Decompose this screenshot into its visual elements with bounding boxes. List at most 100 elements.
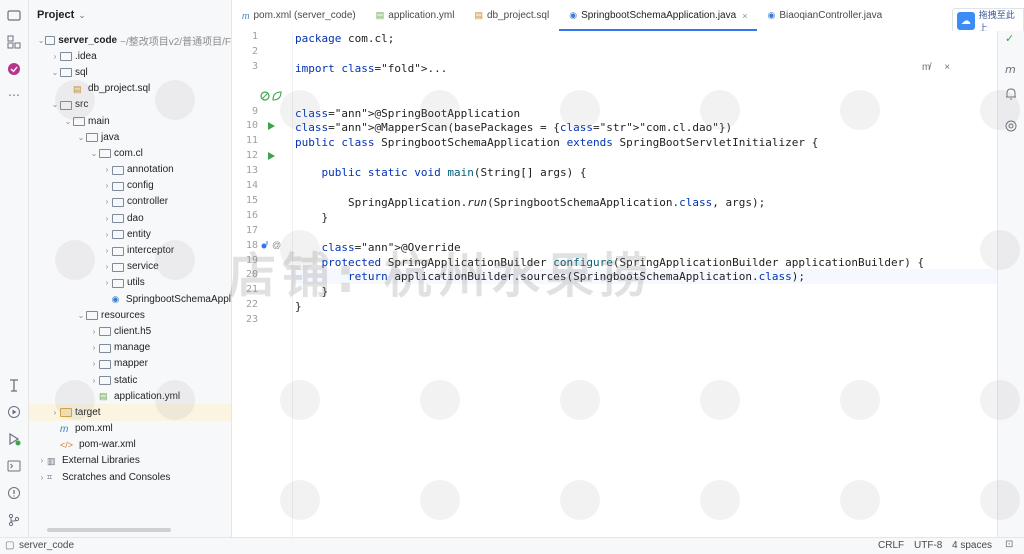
spring-leaf-icon[interactable] <box>272 91 282 103</box>
editor-tab[interactable]: ◉ BiaoqianController.java <box>757 0 892 31</box>
tree-item[interactable]: › mapper <box>29 356 231 372</box>
tree-item-label: sql <box>75 66 88 78</box>
tree-item[interactable]: ⌄ main <box>29 113 231 129</box>
chevron-right-icon[interactable]: › <box>102 214 112 223</box>
structure-icon[interactable] <box>6 34 22 50</box>
tree-item[interactable]: ▤ application.yml <box>29 388 231 404</box>
tree-item[interactable]: › entity <box>29 226 231 242</box>
chevron-right-icon[interactable]: › <box>102 246 112 255</box>
chevron-down-icon[interactable]: ⌄ <box>89 149 99 158</box>
run-main-icon[interactable] <box>266 151 276 163</box>
editor-tab[interactable]: ◉ SpringbootSchemaApplication.java × <box>559 0 758 31</box>
chevron-right-icon[interactable]: › <box>102 181 112 190</box>
tree-item[interactable]: ⌄ java <box>29 129 231 145</box>
close-tab-icon[interactable]: × <box>742 11 747 21</box>
yaml-file-icon: ▤ <box>99 391 108 402</box>
tree-item[interactable]: › interceptor <box>29 242 231 258</box>
editor-tab-bar: m pom.xml (server_code) ▤ application.yml ▤ d… <box>232 0 1024 32</box>
editor-tab[interactable]: ▤ application.yml <box>366 0 465 31</box>
chevron-right-icon[interactable]: › <box>37 473 47 482</box>
services-icon[interactable] <box>6 404 22 420</box>
tree-item[interactable]: › client.h5 <box>29 323 231 339</box>
tree-item[interactable]: › controller <box>29 194 231 210</box>
chevron-right-icon[interactable]: › <box>89 327 99 336</box>
indent-setting[interactable]: 4 spaces <box>952 540 992 551</box>
problems-icon[interactable] <box>6 485 22 501</box>
project-tree: ⌄ server_code ~/整改项目v2/普通项目/F › .idea ⌄ sql ▤ db… <box>29 32 231 485</box>
chevron-right-icon[interactable]: › <box>89 376 99 385</box>
tree-item[interactable]: </> pom-war.xml <box>29 437 231 453</box>
chevron-right-icon[interactable]: › <box>102 230 112 239</box>
code-line: class="ann">@SpringBootApplication <box>295 106 521 120</box>
build-icon[interactable] <box>6 377 22 393</box>
tree-item[interactable]: › config <box>29 178 231 194</box>
line-number: 13 <box>245 165 258 177</box>
editor-tab[interactable]: ▤ db_project.sql <box>464 0 559 31</box>
chevron-down-icon[interactable]: ⌄ <box>78 10 86 21</box>
override-icon[interactable] <box>260 240 270 252</box>
editor-tab[interactable]: m pom.xml (server_code) <box>232 0 366 31</box>
tree-item[interactable]: › dao <box>29 210 231 226</box>
chevron-right-icon[interactable]: › <box>89 359 99 368</box>
tree-item[interactable]: › target <box>29 404 231 421</box>
ai-assist-icon[interactable]: m̸ <box>922 62 930 73</box>
chevron-right-icon[interactable]: › <box>50 52 60 61</box>
chevron-right-icon[interactable]: › <box>102 262 112 271</box>
chevron-down-icon[interactable]: ⌄ <box>50 100 60 109</box>
chevron-right-icon[interactable]: › <box>102 197 112 206</box>
chevron-right-icon[interactable]: › <box>102 165 112 174</box>
java-class-icon: ◉ <box>767 10 776 20</box>
line-number: 2 <box>251 45 258 57</box>
tree-item[interactable]: ▤ db_project.sql <box>29 81 231 97</box>
database-icon[interactable] <box>1004 119 1018 136</box>
file-encoding[interactable]: UTF-8 <box>914 540 942 551</box>
lock-icon[interactable]: ⊡ <box>1005 539 1013 550</box>
tree-item[interactable]: › ⌗ Scratches and Consoles <box>29 469 231 485</box>
run-icon[interactable] <box>6 431 22 447</box>
tree-item[interactable]: ⌄ resources <box>29 307 231 323</box>
folder-icon <box>60 68 72 78</box>
project-panel-header[interactable]: Project ⌄ <box>29 0 231 30</box>
tree-item[interactable]: › ▥ External Libraries <box>29 453 231 469</box>
notifications-icon[interactable] <box>1004 87 1018 104</box>
line-separator[interactable]: CRLF <box>878 540 904 551</box>
tree-item[interactable]: › utils <box>29 275 231 291</box>
tree-item[interactable]: › static <box>29 372 231 388</box>
status-project-name[interactable]: server_code <box>19 540 74 551</box>
maven-icon[interactable]: m <box>1004 62 1018 79</box>
tree-item[interactable]: › annotation <box>29 162 231 178</box>
horizontal-scrollbar[interactable] <box>47 528 171 532</box>
chevron-right-icon[interactable]: › <box>102 278 112 287</box>
annotation-at-icon[interactable]: @ <box>272 240 281 250</box>
chevron-right-icon[interactable]: › <box>50 408 60 417</box>
plugin-icon[interactable] <box>6 61 22 77</box>
tree-item[interactable]: › manage <box>29 340 231 356</box>
tree-item[interactable]: › service <box>29 259 231 275</box>
run-class-icon[interactable] <box>266 121 276 133</box>
tree-item[interactable]: ⌄ src <box>29 97 231 113</box>
chevron-down-icon[interactable]: ⌄ <box>76 311 86 320</box>
chevron-down-icon[interactable]: ⌄ <box>63 117 73 126</box>
chevron-down-icon[interactable]: ⌄ <box>50 68 60 77</box>
line-number: 9 <box>251 105 258 117</box>
tree-item[interactable]: ⌄ com.cl <box>29 145 231 161</box>
chevron-right-icon[interactable]: › <box>37 456 47 465</box>
chevron-down-icon[interactable]: ⌄ <box>37 36 45 45</box>
bean-icon[interactable] <box>260 91 270 103</box>
chevron-down-icon[interactable]: ⌄ <box>76 133 86 142</box>
folder-icon <box>99 343 111 353</box>
folder-icon[interactable] <box>6 7 22 23</box>
tree-item[interactable]: ⌄ sql <box>29 64 231 80</box>
tree-item[interactable]: m pom.xml <box>29 421 231 437</box>
close-icon[interactable]: × <box>944 62 950 73</box>
editor-tab-label: SpringbootSchemaApplication.java <box>581 10 737 21</box>
tree-item[interactable]: ◉ SpringbootSchemaAppl <box>29 291 231 307</box>
terminal-icon[interactable] <box>6 458 22 474</box>
tree-item[interactable]: ⌄ server_code ~/整改项目v2/普通项目/F <box>29 32 231 48</box>
chevron-right-icon[interactable]: › <box>89 343 99 352</box>
git-icon[interactable] <box>6 512 22 528</box>
tree-item[interactable]: › .idea <box>29 48 231 64</box>
status-bar: ▢ server_code CRLF UTF-8 4 spaces ⊡ <box>0 537 1024 554</box>
code-editor[interactable]: package com.cl; import class="fold">... cl… <box>293 31 998 538</box>
more-icon[interactable]: ⋯ <box>6 87 22 103</box>
